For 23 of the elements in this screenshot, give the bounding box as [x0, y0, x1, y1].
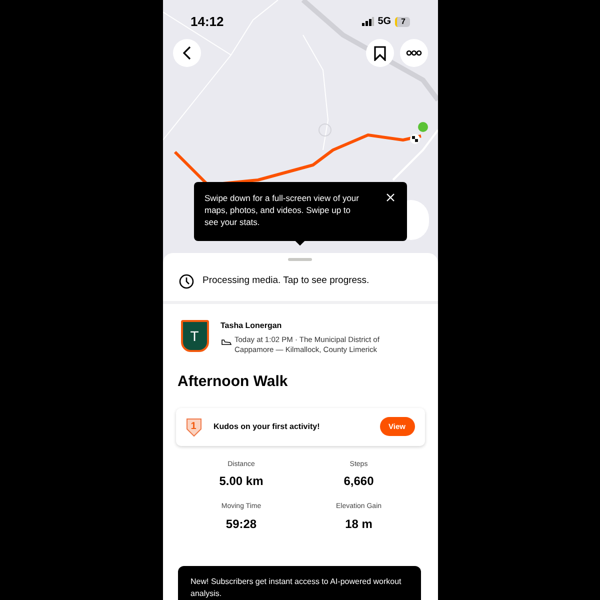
signal-icon: [362, 17, 374, 26]
kudos-text: Kudos on your first activity!: [214, 420, 321, 432]
activity-title: Afternoon Walk: [176, 372, 289, 392]
status-time: 14:12: [190, 13, 224, 31]
stat-value: 18 m: [345, 516, 372, 532]
shoe-icon: [220, 339, 232, 345]
more-icon: [406, 50, 422, 56]
stat-value: 59:28: [226, 516, 257, 532]
stat-value: 5.00 km: [219, 473, 264, 490]
close-icon[interactable]: [386, 193, 394, 202]
clock-icon: [178, 274, 194, 288]
tooltip-text: Swipe down for a full-screen view of your maps, photos, and videos. Swipe up to see your stats.: [204, 192, 360, 228]
shield-icon: [186, 416, 202, 436]
processing-banner[interactable]: Processing media. Tap to see progress.: [162, 261, 438, 301]
badge-number: 1: [190, 420, 196, 434]
drag-handle[interactable]: [288, 258, 312, 261]
network-label: 5G: [378, 15, 392, 30]
bookmark-icon: [374, 46, 386, 60]
stat-value: 6,660: [344, 473, 374, 490]
promo-text: New! Subscribers get instant access to AI-powered workout analysis.: [190, 576, 402, 600]
back-icon: [182, 46, 190, 60]
avatar: T: [180, 320, 208, 352]
athlete-name: Tasha Lonergan: [220, 320, 283, 332]
